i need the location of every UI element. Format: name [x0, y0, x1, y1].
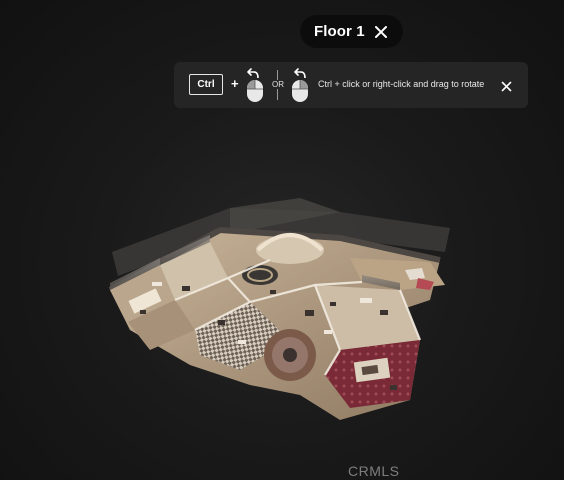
- close-icon[interactable]: [373, 24, 389, 40]
- ctrl-key-badge: Ctrl: [189, 74, 223, 95]
- crmls-watermark: CRMLS: [348, 463, 400, 479]
- close-icon[interactable]: [501, 79, 512, 92]
- rotate-hint-banner: Ctrl + OR Ctrl + click or right-click an…: [174, 62, 528, 108]
- rotate-hint-text: Ctrl + click or right-click and drag to …: [318, 79, 485, 89]
- 3d-dollhouse-viewport[interactable]: Floor 1 Ctrl + OR Ctrl + click or right-…: [0, 0, 564, 480]
- floor-selector[interactable]: Floor 1: [300, 15, 403, 48]
- floor-label[interactable]: Floor 1: [314, 23, 365, 40]
- mouse-right-click-icon: [290, 68, 310, 104]
- plus-sign: +: [231, 76, 239, 91]
- dollhouse-3d-model[interactable]: [100, 190, 460, 420]
- mouse-left-click-icon: [245, 68, 265, 104]
- or-label: OR: [271, 80, 285, 89]
